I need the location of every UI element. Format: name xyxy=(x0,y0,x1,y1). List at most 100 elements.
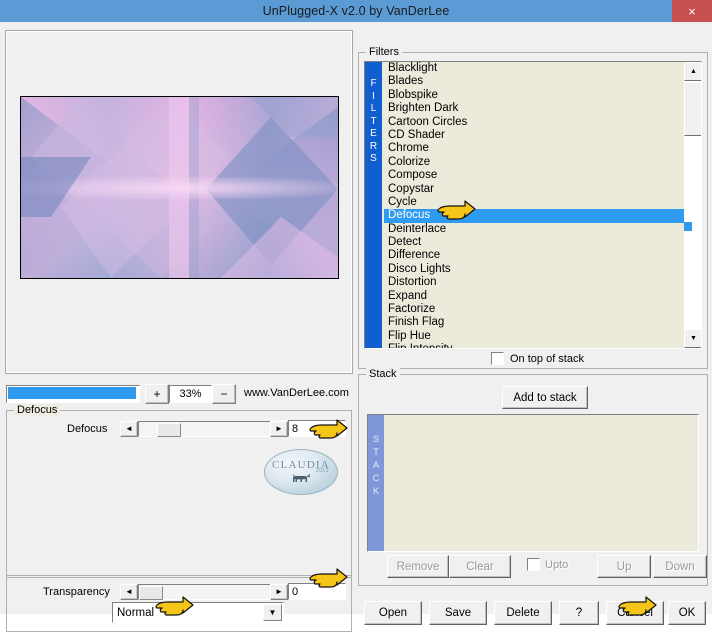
stack-sidebar-letter: A xyxy=(372,460,380,471)
stack-sidebar-letter: S xyxy=(372,434,380,445)
move-down-button[interactable]: Down xyxy=(653,555,707,578)
filters-sidebar-letter: E xyxy=(370,128,377,139)
zoom-progress-fill xyxy=(8,387,136,399)
filter-list-item[interactable]: Deinterlace xyxy=(384,223,684,236)
filter-list-item[interactable]: Detect xyxy=(384,236,684,249)
transparency-label: Transparency xyxy=(43,586,110,598)
add-to-stack-button[interactable]: Add to stack xyxy=(502,386,588,409)
stack-sidebar-letter: C xyxy=(372,473,380,484)
filter-list-item[interactable]: Flip Hue xyxy=(384,330,684,343)
watermark-oval: CLAUDIA 2012 xyxy=(264,449,338,495)
window-title: UnPlugged-X v2.0 by VanDerLee xyxy=(262,4,450,18)
blend-mode-select[interactable]: Normal ▼ xyxy=(112,602,284,623)
scroll-down-icon[interactable]: ▼ xyxy=(684,329,701,348)
filter-list-item[interactable]: Finish Flag xyxy=(384,316,684,329)
defocus-group-legend: Defocus xyxy=(14,404,61,416)
transparency-slider-thumb[interactable] xyxy=(139,586,163,600)
dog-silhouette-icon xyxy=(293,474,310,482)
filter-list-item[interactable]: Difference xyxy=(384,249,684,262)
filter-list-item[interactable]: Defocus xyxy=(384,209,684,223)
on-top-of-stack-label: On top of stack xyxy=(510,352,584,365)
help-button[interactable]: ? xyxy=(559,601,599,625)
clear-button[interactable]: Clear xyxy=(449,555,511,578)
transparency-value-input[interactable]: 0 xyxy=(288,583,346,600)
preview-image[interactable] xyxy=(20,96,339,279)
filter-list-item[interactable]: Brighten Dark xyxy=(384,102,684,115)
filter-list-item[interactable]: Colorize xyxy=(384,156,684,169)
filter-list-item[interactable]: Compose xyxy=(384,169,684,182)
filter-list-item[interactable]: Blacklight xyxy=(384,62,684,75)
image-preview-panel[interactable] xyxy=(5,30,353,374)
stack-listbox[interactable]: STACK xyxy=(367,414,699,552)
filters-group: Filters FILTERS Blacklight Blades Blobspik… xyxy=(358,46,708,369)
filter-list-item[interactable]: Copystar xyxy=(384,183,684,196)
upto-checkbox[interactable] xyxy=(527,558,540,571)
zoom-out-button[interactable]: − xyxy=(212,384,236,404)
transparency-slider-track[interactable] xyxy=(138,584,271,600)
scroll-up-icon[interactable]: ▲ xyxy=(684,62,701,81)
scrollbar-thumb[interactable] xyxy=(684,82,701,136)
defocus-slider-track[interactable] xyxy=(138,421,271,437)
filter-list-item[interactable]: Cartoon Circles xyxy=(384,116,684,129)
move-up-button[interactable]: Up xyxy=(597,555,651,578)
on-top-of-stack-row[interactable]: On top of stack xyxy=(491,352,584,365)
filters-listbox[interactable]: FILTERS Blacklight Blades Blobspike Brighte… xyxy=(364,61,702,349)
stack-item-list[interactable] xyxy=(384,415,698,551)
filter-list-item[interactable]: Blades xyxy=(384,75,684,88)
ok-button[interactable]: OK xyxy=(668,601,706,625)
filter-list-item[interactable]: Cycle xyxy=(384,196,684,209)
window-titlebar[interactable]: UnPlugged-X v2.0 by VanDerLee × xyxy=(0,0,712,22)
zoom-progress-bar[interactable] xyxy=(6,385,140,403)
filter-list-item[interactable]: Distortion xyxy=(384,276,684,289)
filters-item-list[interactable]: Blacklight Blades Blobspike Brighten Dark Ca… xyxy=(382,62,684,348)
transparency-decrement-button[interactable]: ◄ xyxy=(120,584,138,600)
defocus-increment-button[interactable]: ► xyxy=(270,421,288,437)
save-button[interactable]: Save xyxy=(429,601,487,625)
zoom-in-button[interactable]: + xyxy=(145,384,169,404)
scrollbar-selection-marker xyxy=(684,222,692,231)
open-button[interactable]: Open xyxy=(364,601,422,625)
preview-artwork xyxy=(21,97,338,278)
filters-sidebar-letter: L xyxy=(370,103,377,114)
filters-sidebar-letter: R xyxy=(369,140,378,152)
defocus-slider-thumb[interactable] xyxy=(157,423,181,437)
filter-list-item[interactable]: Disco Lights xyxy=(384,263,684,276)
blend-mode-value: Normal xyxy=(117,606,155,619)
filters-scrollbar[interactable]: ▲ ▼ xyxy=(684,62,701,348)
dialog-client-area: + 33% − www.VanDerLee.com Defocus Defocu… xyxy=(0,22,712,632)
filters-sidebar-label: FILTERS xyxy=(365,62,382,348)
stack-sidebar-letter: K xyxy=(372,486,380,497)
stack-sidebar-label: STACK xyxy=(368,415,384,551)
filter-list-item[interactable]: Blobspike xyxy=(384,89,684,102)
defocus-value-input[interactable]: 8 xyxy=(288,420,346,437)
stack-sidebar-letter: T xyxy=(373,447,379,458)
close-icon[interactable]: × xyxy=(672,0,712,22)
delete-button[interactable]: Delete xyxy=(494,601,552,625)
filters-sidebar-letter: S xyxy=(370,153,377,164)
upto-row[interactable]: Upto xyxy=(527,558,568,571)
zoom-controls-row: + 33% − www.VanDerLee.com xyxy=(6,384,351,404)
filter-list-item[interactable]: Flip Intensity xyxy=(384,343,684,348)
stack-buttons-row: Remove Clear Upto Up Down xyxy=(365,555,707,579)
filter-list-item[interactable]: Chrome xyxy=(384,142,684,155)
filter-list-item[interactable]: Expand xyxy=(384,290,684,303)
defocus-decrement-button[interactable]: ◄ xyxy=(120,421,138,437)
watermark-subtext: 2012 xyxy=(315,468,329,474)
cancel-button[interactable]: Cancel xyxy=(606,601,664,625)
filter-list-item[interactable]: CD Shader xyxy=(384,129,684,142)
upto-label: Upto xyxy=(545,558,569,571)
claudia-watermark: CLAUDIA 2012 xyxy=(264,449,338,495)
filters-sidebar-letter: F xyxy=(370,78,377,89)
remove-button[interactable]: Remove xyxy=(387,555,449,578)
transparency-increment-button[interactable]: ► xyxy=(270,584,288,600)
defocus-slider-label: Defocus xyxy=(67,423,108,435)
filters-sidebar-letter: T xyxy=(370,115,377,127)
on-top-of-stack-checkbox[interactable] xyxy=(491,352,504,365)
dog-icon xyxy=(290,473,312,489)
chevron-down-icon[interactable]: ▼ xyxy=(263,604,282,621)
filters-sidebar-letter: I xyxy=(372,90,375,102)
filter-list-item[interactable]: Factorize xyxy=(384,303,684,316)
filters-group-legend: Filters xyxy=(366,46,402,58)
website-link[interactable]: www.VanDerLee.com xyxy=(244,387,349,399)
stack-group: Stack Add to stack STACK Remove Clear Up… xyxy=(358,368,708,586)
